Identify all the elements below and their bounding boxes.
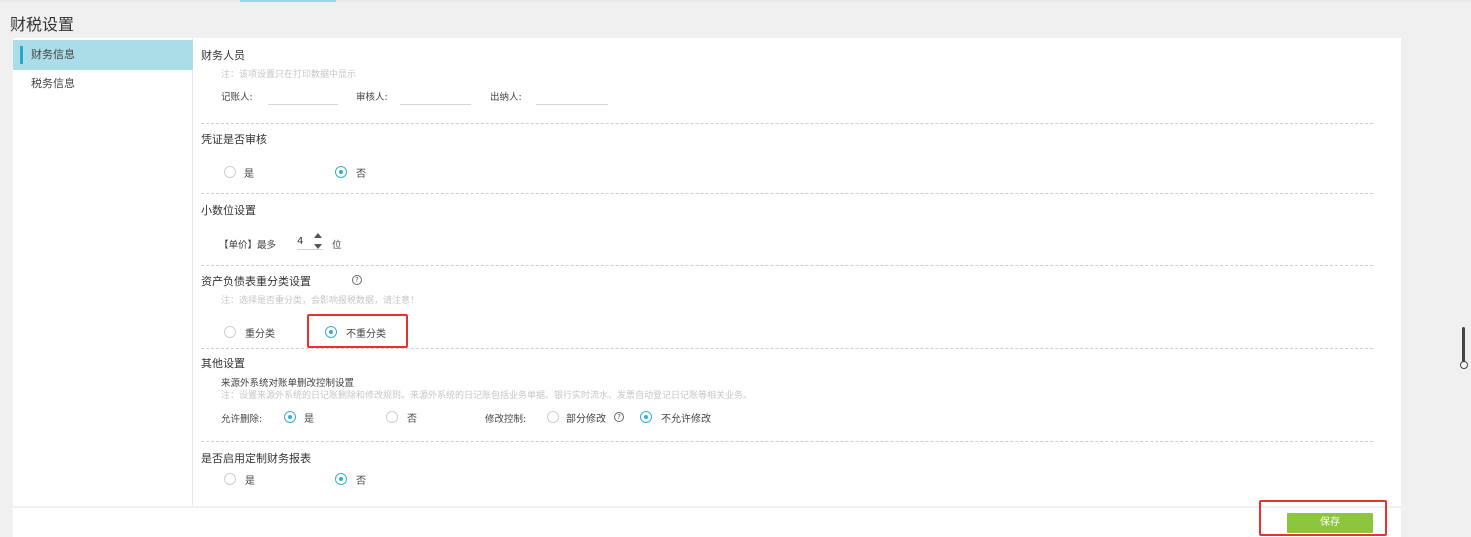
- top-border: [0, 0, 1471, 2]
- active-tab-indicator: [240, 0, 336, 2]
- section-divider: [201, 193, 1373, 194]
- finance-staff-note: 注：该项设置只在打印数据中显示: [221, 70, 357, 80]
- bookkeeper-label: 记账人:: [221, 92, 253, 103]
- cashier-label: 出纳人:: [490, 92, 522, 103]
- section-divider: [201, 123, 1373, 124]
- decimal-title: 小数位设置: [201, 204, 256, 217]
- section-divider: [201, 265, 1373, 266]
- scrollbar-track: [1462, 327, 1465, 363]
- modify-partial-label: 部分修改: [566, 414, 606, 425]
- decimal-prefix: 【单价】最多: [219, 240, 277, 251]
- allow-delete-yes-radio[interactable]: [284, 411, 296, 423]
- custom-report-yes-radio[interactable]: [224, 473, 236, 485]
- allow-delete-yes-label: 是: [304, 414, 314, 425]
- reviewer-label: 审核人:: [356, 92, 388, 103]
- balance-sheet-note: 注：选择是否重分类，会影响报税数据，请注意！: [221, 296, 420, 306]
- highlight-box: [1259, 500, 1387, 536]
- sidebar-item-label: 财务信息: [31, 48, 75, 61]
- other-settings-subtitle: 来源外系统对账单删改控制设置: [221, 378, 355, 389]
- custom-report-no-label: 否: [356, 476, 366, 487]
- settings-panel: 财务信息 税务信息: [13, 38, 1401, 506]
- finance-staff-title: 财务人员: [201, 49, 245, 62]
- balance-sheet-title: 资产负债表重分类设置: [201, 275, 311, 288]
- section-divider: [201, 348, 1373, 349]
- other-settings-note: 注：设置来源外系统的日记账删除和修改规则。来源外系统的日记账包括业务单据、银行实…: [221, 391, 753, 401]
- highlight-box: [307, 314, 408, 348]
- modify-partial-radio[interactable]: [547, 411, 559, 423]
- voucher-review-no-label: 否: [356, 169, 366, 180]
- decimal-suffix: 位: [332, 240, 342, 251]
- reclass-label: 重分类: [245, 329, 275, 340]
- voucher-review-yes-label: 是: [244, 169, 254, 180]
- sidebar: 财务信息 税务信息: [13, 38, 193, 506]
- scrollbar[interactable]: [1460, 327, 1468, 373]
- scrollbar-knob[interactable]: [1460, 361, 1468, 369]
- action-bar: [13, 508, 1401, 537]
- modify-control-label: 修改控制:: [485, 414, 527, 425]
- sidebar-item-tax-info[interactable]: 税务信息: [13, 69, 193, 99]
- page-title: 财税设置: [10, 15, 75, 34]
- modify-none-label: 不允许修改: [661, 414, 711, 425]
- help-icon[interactable]: ?: [614, 412, 624, 422]
- allow-delete-no-radio[interactable]: [386, 411, 398, 423]
- stepper-up-icon[interactable]: [314, 233, 322, 238]
- sidebar-item-label: 税务信息: [31, 77, 75, 90]
- sidebar-item-finance-info[interactable]: 财务信息: [13, 40, 193, 70]
- modify-none-radio[interactable]: [640, 411, 652, 423]
- custom-report-yes-label: 是: [245, 476, 255, 487]
- custom-report-title: 是否启用定制财务报表: [201, 452, 311, 465]
- help-icon[interactable]: ?: [352, 275, 362, 285]
- voucher-review-no-radio[interactable]: [335, 166, 347, 178]
- reclass-radio[interactable]: [224, 326, 236, 338]
- custom-report-no-radio[interactable]: [335, 473, 347, 485]
- other-settings-title: 其他设置: [201, 357, 245, 370]
- section-divider: [201, 441, 1373, 442]
- allow-delete-no-label: 否: [407, 414, 417, 425]
- stepper-down-icon[interactable]: [314, 244, 322, 249]
- cashier-input[interactable]: [536, 89, 608, 105]
- bookkeeper-input[interactable]: [268, 89, 338, 105]
- allow-delete-label: 允许删除:: [221, 414, 263, 425]
- reviewer-input[interactable]: [400, 89, 471, 105]
- voucher-review-yes-radio[interactable]: [224, 166, 236, 178]
- voucher-review-title: 凭证是否审核: [201, 133, 267, 146]
